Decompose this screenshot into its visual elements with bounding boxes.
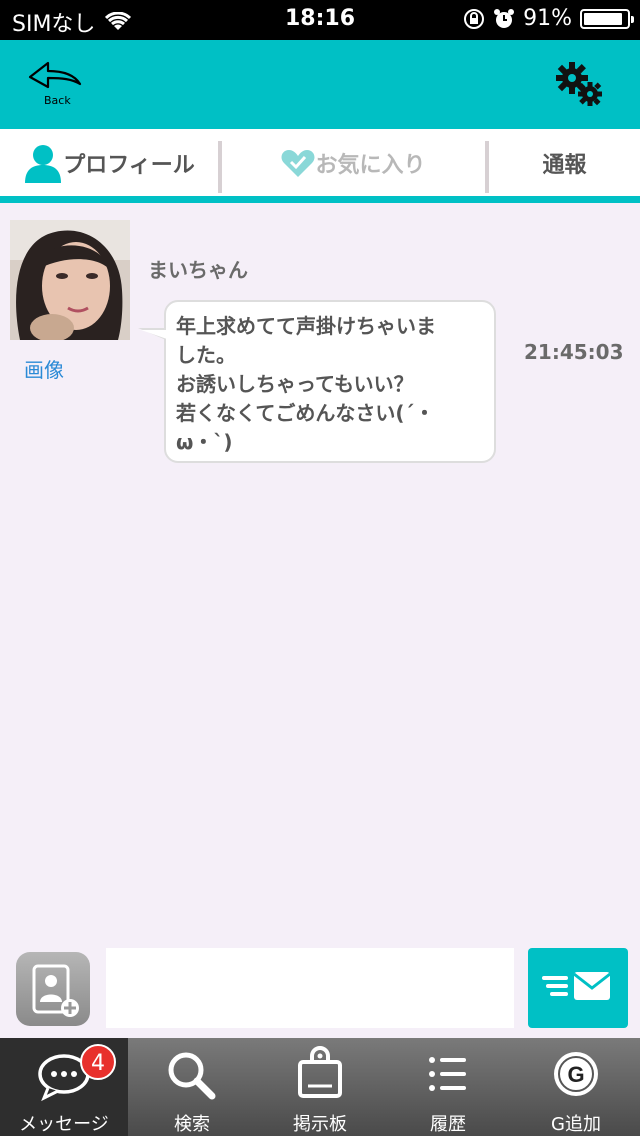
nav-g-add-label: G追加 [551,1114,601,1135]
message-text-line: 若くなくてごめんなさい(´・ [176,401,435,425]
message-input[interactable] [106,948,514,1028]
profile-tab-bar: プロフィール お気に入り 通報 [0,129,640,203]
back-button[interactable]: Back [28,60,88,110]
message-text-line: 年上求めてて声掛けちゃいま [176,314,436,338]
alarm-icon [494,8,515,28]
nav-board[interactable]: 掲示板 [256,1038,384,1136]
back-label: Back [44,94,71,107]
app-header: Back [0,40,640,129]
heart-check-icon [282,149,315,177]
message-text-line: ω・`) [176,430,233,454]
message-text-line: した。 [176,343,236,367]
message-bubble: 年上求めてて声掛けちゃいま した。 お誘いしちゃってもいい？ 若くなくてごめんな… [138,300,496,463]
tab-profile[interactable]: プロフィール [0,129,218,196]
back-arrow-icon [28,61,82,89]
settings-button[interactable] [552,60,612,110]
rotation-lock-icon [464,8,485,29]
clipboard-icon [298,1046,342,1098]
tab-profile-label: プロフィール [63,152,195,178]
nav-history-label: 履歴 [430,1114,466,1135]
nav-g-add[interactable]: G G追加 [512,1038,640,1136]
search-icon [168,1052,216,1100]
profile-card-plus-icon [32,964,79,1017]
nav-messages-label: メッセージ [19,1114,109,1135]
nav-search[interactable]: 検索 [128,1038,256,1136]
gears-icon [556,62,602,106]
tab-favorite-label: お気に入り [315,152,426,178]
send-button[interactable] [528,948,628,1028]
battery-percent: 91% [523,6,572,31]
message-text-line: お誘いしちゃってもいい？ [176,372,414,396]
battery-icon [580,8,634,29]
send-mail-icon [542,972,611,1000]
nav-messages[interactable]: 4 メッセージ [0,1038,128,1136]
svg-text:G: G [567,1062,584,1087]
list-icon [429,1057,466,1091]
sender-avatar[interactable] [10,220,130,340]
tab-report-label: 通報 [542,152,587,178]
g-coin-icon: G [554,1052,598,1096]
bottom-navigation: 4 メッセージ 検索 掲示板 履歴 G G追加 [0,1038,640,1136]
nav-history[interactable]: 履歴 [384,1038,512,1136]
sender-name: まいちゃん [148,258,248,282]
message-timestamp: 21:45:03 [524,340,624,364]
attach-profile-button[interactable] [16,952,90,1026]
tab-favorite[interactable]: お気に入り [222,129,485,196]
battery-fill [584,12,622,25]
image-link[interactable]: 画像 [24,354,64,383]
nav-board-label: 掲示板 [293,1114,347,1135]
nav-search-label: 検索 [174,1114,210,1135]
avatar-photo [10,220,130,340]
status-bar: SIMなし 18:16 91% [0,0,640,40]
person-icon [25,144,62,183]
unread-badge: 4 [80,1044,116,1080]
tab-report[interactable]: 通報 [489,129,640,196]
